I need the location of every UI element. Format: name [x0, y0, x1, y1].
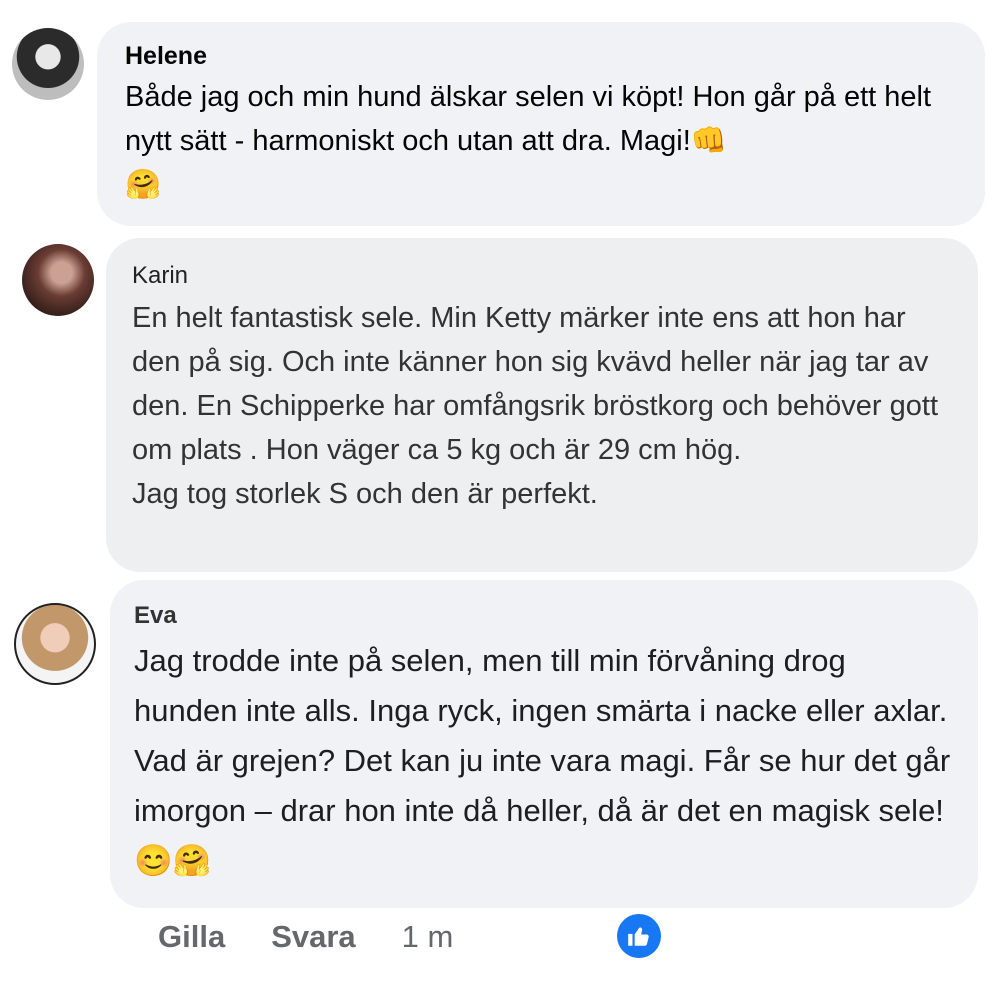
comment-timestamp[interactable]: 1 m [402, 919, 454, 955]
avatar[interactable] [22, 244, 94, 316]
like-button[interactable]: Gilla [158, 919, 225, 955]
comment-text: Både jag och min hund älskar selen vi kö… [125, 81, 932, 201]
comment-text: Jag trodde inte på selen, men till min f… [134, 643, 951, 878]
avatar[interactable] [14, 603, 96, 685]
comment-author[interactable]: Helene [125, 42, 207, 71]
comment-bubble: Karin En helt fantastisk sele. Min Ketty… [106, 238, 978, 572]
comment-bubble: Helene Både jag och min hund älskar sele… [97, 22, 985, 226]
thumbs-up-icon [628, 927, 649, 946]
comment-author[interactable]: Karin [132, 262, 188, 290]
comment-bubble: Eva Jag trodde inte på selen, men till m… [110, 580, 978, 908]
comment-text: En helt fantastisk sele. Min Ketty märke… [132, 302, 939, 510]
avatar[interactable] [12, 28, 84, 100]
reply-button[interactable]: Svara [271, 919, 355, 955]
like-reaction-badge[interactable] [617, 914, 661, 958]
comment-actions: Gilla Svara 1 m [158, 912, 453, 962]
comment-author[interactable]: Eva [134, 602, 177, 630]
